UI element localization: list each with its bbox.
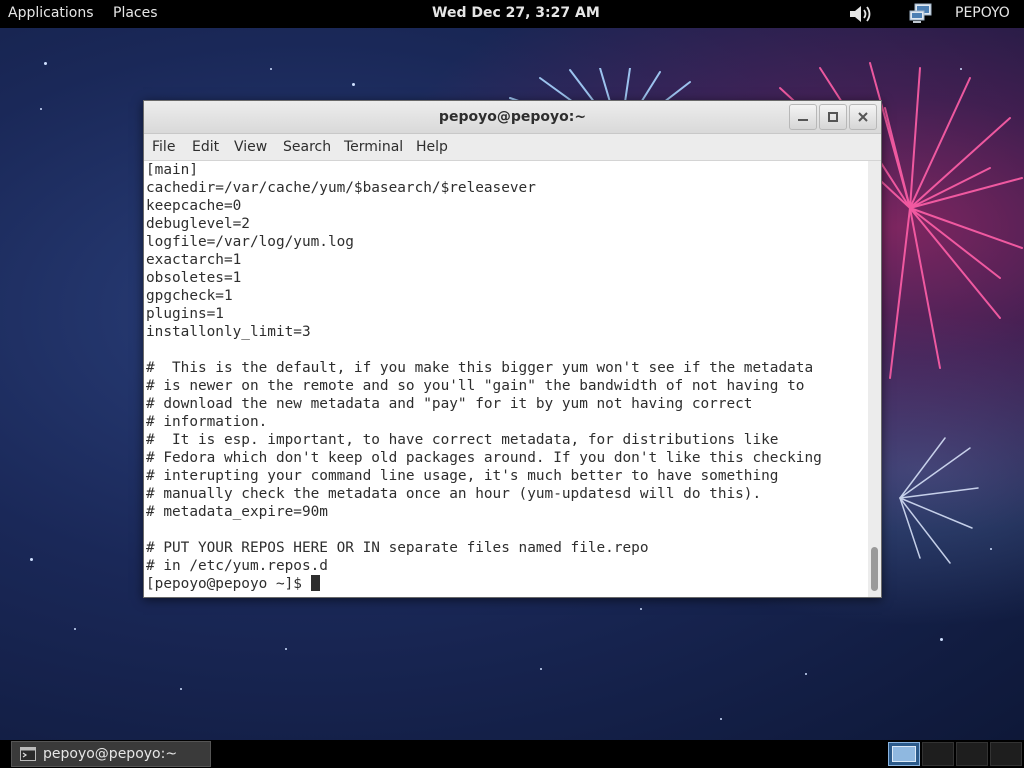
terminal-line: obsoletes=1 xyxy=(146,270,242,286)
close-button[interactable] xyxy=(849,104,877,130)
star xyxy=(720,718,722,720)
terminal-line: # Fedora which don't keep old packages a… xyxy=(146,450,822,466)
terminal-line: exactarch=1 xyxy=(146,252,242,268)
star xyxy=(285,648,287,650)
terminal-line: # metadata_expire=90m xyxy=(146,504,328,520)
star xyxy=(805,673,807,675)
menu-help[interactable]: Help xyxy=(416,139,448,155)
places-menu[interactable]: Places xyxy=(113,5,158,21)
terminal-line: # It is esp. important, to have correct … xyxy=(146,432,779,448)
terminal-line: # information. xyxy=(146,414,268,430)
text-cursor xyxy=(310,575,320,591)
vertical-scrollbar[interactable] xyxy=(868,161,881,597)
shell-prompt: [pepoyo@pepoyo ~]$ xyxy=(146,576,311,592)
star xyxy=(270,68,272,70)
maximize-button[interactable] xyxy=(819,104,847,130)
terminal-line: plugins=1 xyxy=(146,306,224,322)
star xyxy=(640,608,642,610)
terminal-line: debuglevel=2 xyxy=(146,216,250,232)
minimize-icon xyxy=(798,119,808,121)
terminal-output[interactable]: [main] cachedir=/var/cache/yum/$basearch/… xyxy=(144,161,868,597)
terminal-line: # This is the default, if you make this … xyxy=(146,360,814,376)
terminal-line: # interupting your command line usage, i… xyxy=(146,468,779,484)
terminal-window: pepoyo@pepoyo:~ File Edit View Search Te… xyxy=(143,100,882,598)
star xyxy=(40,108,42,110)
minimize-button[interactable] xyxy=(789,104,817,130)
terminal-line: installonly_limit=3 xyxy=(146,324,311,340)
bottom-panel: pepoyo@pepoyo:~ xyxy=(0,740,1024,768)
workspace-4[interactable] xyxy=(990,742,1022,766)
taskbar-item-label: pepoyo@pepoyo:~ xyxy=(43,746,178,762)
star xyxy=(180,688,182,690)
terminal-line: # in /etc/yum.repos.d xyxy=(146,558,328,574)
terminal-line: cachedir=/var/cache/yum/$basearch/$relea… xyxy=(146,180,536,196)
terminal-line: # download the new metadata and "pay" fo… xyxy=(146,396,753,412)
terminal-line: keepcache=0 xyxy=(146,198,242,214)
window-title: pepoyo@pepoyo:~ xyxy=(438,109,587,125)
star xyxy=(352,83,355,86)
star xyxy=(940,638,943,641)
close-icon xyxy=(858,112,868,122)
user-menu[interactable]: PEPOYO xyxy=(955,5,1010,21)
star xyxy=(44,62,47,65)
shell-prompt-line[interactable]: [pepoyo@pepoyo ~]$ xyxy=(146,575,868,593)
menu-search[interactable]: Search xyxy=(283,139,331,155)
terminal-line: gpgcheck=1 xyxy=(146,288,233,304)
clock[interactable]: Wed Dec 27, 3:27 AM xyxy=(432,5,600,21)
star xyxy=(74,628,76,630)
star xyxy=(30,558,33,561)
menu-view[interactable]: View xyxy=(234,139,267,155)
taskbar-item-terminal[interactable]: pepoyo@pepoyo:~ xyxy=(11,741,211,767)
terminal-line: [main] xyxy=(146,162,198,178)
workspace-2[interactable] xyxy=(922,742,954,766)
workspace-window-thumbnail xyxy=(892,746,916,762)
star xyxy=(540,668,542,670)
maximize-icon xyxy=(828,112,838,122)
terminal-text: [main] cachedir=/var/cache/yum/$basearch/… xyxy=(144,161,868,593)
star xyxy=(990,548,992,550)
workspace-3[interactable] xyxy=(956,742,988,766)
applications-menu[interactable]: Applications xyxy=(8,5,94,21)
menu-edit[interactable]: Edit xyxy=(192,139,219,155)
terminal-icon xyxy=(20,747,36,761)
terminal-line: # is newer on the remote and so you'll "… xyxy=(146,378,805,394)
window-titlebar[interactable]: pepoyo@pepoyo:~ xyxy=(144,101,881,134)
menu-terminal[interactable]: Terminal xyxy=(344,139,403,155)
menu-bar: File Edit View Search Terminal Help xyxy=(144,134,881,161)
top-panel: Applications Places Wed Dec 27, 3:27 AM … xyxy=(0,0,1024,28)
workspace-1[interactable] xyxy=(888,742,920,766)
terminal-line: # manually check the metadata once an ho… xyxy=(146,486,762,502)
terminal-line: logfile=/var/log/yum.log xyxy=(146,234,354,250)
scrollbar-thumb[interactable] xyxy=(871,547,878,591)
terminal-line: # PUT YOUR REPOS HERE OR IN separate fil… xyxy=(146,540,649,556)
network-icon[interactable] xyxy=(909,3,935,25)
volume-icon[interactable] xyxy=(848,4,874,24)
menu-file[interactable]: File xyxy=(152,139,175,155)
